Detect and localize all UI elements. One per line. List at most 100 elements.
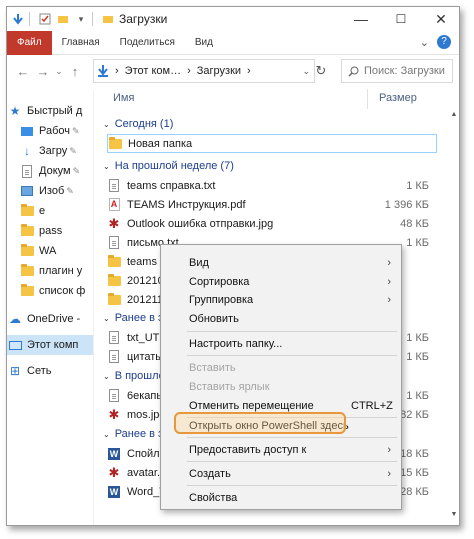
- address-bar[interactable]: › Этот ком… › Загрузки › ⌄: [93, 59, 315, 83]
- recent-locations-button[interactable]: ⌄: [53, 59, 65, 83]
- menu-item-give-access[interactable]: Предоставить доступ к ›: [163, 440, 399, 459]
- menu-item-customize-folder[interactable]: Настроить папку...: [163, 334, 399, 353]
- file-row[interactable]: teams справка.txt 1 КБ: [107, 176, 447, 195]
- close-button[interactable]: ✕: [421, 7, 459, 31]
- file-row[interactable]: ✱ Outlook ошибка отправки.jpg 48 КБ: [107, 214, 447, 233]
- menu-item-view[interactable]: Вид ›: [163, 253, 399, 272]
- text-file-icon: [107, 179, 121, 193]
- menu-separator: [187, 355, 397, 356]
- menu-item-properties[interactable]: Свойства: [163, 488, 399, 507]
- tab-view[interactable]: Вид: [185, 31, 223, 55]
- submenu-arrow-icon: ›: [387, 293, 391, 306]
- breadcrumb-this-pc[interactable]: Этот ком…: [122, 65, 184, 77]
- menu-shortcut: CTRL+Z: [351, 399, 393, 412]
- nav-this-pc[interactable]: Этот комп: [7, 335, 93, 355]
- nav-folder-wa[interactable]: WA: [7, 241, 93, 261]
- breadcrumb-downloads[interactable]: Загрузки: [194, 65, 244, 77]
- menu-item-sort[interactable]: Сортировка ›: [163, 272, 399, 291]
- breadcrumb-separator: ›: [115, 65, 119, 77]
- nav-pictures[interactable]: Изоб ✎: [7, 181, 93, 201]
- menu-item-new[interactable]: Создать ›: [163, 464, 399, 483]
- menu-item-group[interactable]: Группировка ›: [163, 290, 399, 309]
- properties-check-icon[interactable]: [38, 12, 52, 26]
- minimize-button[interactable]: —: [341, 7, 381, 31]
- file-size: 18 КБ: [400, 447, 429, 460]
- text-file-icon: [107, 331, 121, 345]
- download-icon: ↓: [24, 144, 30, 158]
- maximize-button[interactable]: ☐: [381, 7, 421, 31]
- nav-quick-access[interactable]: ★ Быстрый д: [7, 101, 93, 121]
- nav-folder-e[interactable]: e: [7, 201, 93, 221]
- search-box[interactable]: Поиск: Загрузки: [341, 59, 453, 83]
- menu-label: Отменить перемещение: [189, 399, 314, 412]
- nav-folder-pass[interactable]: pass: [7, 221, 93, 241]
- context-menu: Вид › Сортировка › Группировка › Обновить Н…: [160, 244, 402, 510]
- column-name-header[interactable]: Имя: [113, 85, 134, 111]
- up-button[interactable]: ↑: [65, 59, 85, 83]
- nav-downloads[interactable]: ↓ Загру ✎: [7, 141, 93, 161]
- text-file-icon: [107, 236, 121, 250]
- menu-item-refresh[interactable]: Обновить: [163, 309, 399, 328]
- menu-separator: [187, 461, 397, 462]
- title-bar: ▾ Загрузки — ☐ ✕: [7, 7, 459, 31]
- nav-desktop[interactable]: Рабоч ✎: [7, 121, 93, 141]
- file-row-new-folder[interactable]: Новая папка: [107, 134, 437, 153]
- scroll-up-icon[interactable]: ▲: [449, 111, 459, 121]
- quick-access-down-icon[interactable]: [11, 12, 25, 26]
- nav-network[interactable]: ⊞ Сеть: [7, 361, 93, 381]
- nav-folder-list[interactable]: список ф: [7, 281, 93, 301]
- group-label: На прошлой неделе (7): [114, 160, 234, 172]
- nav-label: плагин у: [39, 265, 83, 277]
- download-location-icon: [94, 65, 112, 77]
- column-size-header[interactable]: Размер: [379, 85, 417, 111]
- customize-toolbar-icon[interactable]: ▾: [74, 12, 88, 26]
- tab-home[interactable]: Главная: [52, 31, 110, 55]
- word-icon: W: [108, 447, 120, 460]
- folder-icon: [19, 284, 35, 296]
- chevron-down-icon: ⌄: [103, 161, 110, 171]
- star-icon: ★: [9, 104, 21, 118]
- window-title: Загрузки: [119, 12, 168, 26]
- menu-item-paste[interactable]: Вставить: [163, 358, 399, 377]
- file-size: 1 КБ: [406, 236, 429, 249]
- submenu-arrow-icon: ›: [387, 256, 391, 269]
- nav-onedrive[interactable]: ☁ OneDrive -: [7, 309, 93, 329]
- title-separator: [29, 12, 30, 26]
- computer-icon: [7, 340, 23, 350]
- folder-icon: [19, 204, 35, 216]
- chevron-down-icon: ⌄: [103, 429, 110, 439]
- tab-share[interactable]: Поделиться: [110, 31, 185, 55]
- documents-icon: [19, 164, 35, 178]
- file-row[interactable]: A TEAMS Инструкция.pdf 1 396 КБ: [107, 195, 447, 214]
- forward-button[interactable]: →: [33, 59, 53, 83]
- scroll-down-icon[interactable]: ▼: [449, 511, 459, 521]
- nav-folder-plugin[interactable]: плагин у: [7, 261, 93, 281]
- expand-ribbon-icon[interactable]: ⌄: [420, 36, 429, 49]
- menu-label: Сортировка: [189, 275, 250, 288]
- group-last-week[interactable]: ⌄ На прошлой неделе (7): [103, 157, 234, 175]
- image-icon: ✱: [108, 216, 120, 231]
- pdf-icon: A: [107, 198, 121, 212]
- tab-file[interactable]: Файл: [7, 30, 52, 55]
- group-today[interactable]: ⌄ Сегодня (1): [103, 115, 173, 133]
- nav-label: Быстрый д: [27, 105, 83, 117]
- column-divider[interactable]: [367, 89, 368, 109]
- menu-label: Обновить: [189, 312, 239, 325]
- back-button[interactable]: ←: [13, 59, 33, 83]
- vertical-scrollbar[interactable]: ▲ ▼: [449, 111, 459, 521]
- nav-documents[interactable]: Докум ✎: [7, 161, 93, 181]
- group-label: Сегодня (1): [114, 118, 174, 130]
- address-row: ← → ⌄ ↑ › Этот ком… › Загрузки › ⌄ ↻ Пои…: [7, 55, 459, 87]
- menu-label: Вид: [189, 256, 209, 269]
- cloud-icon: ☁: [9, 312, 21, 326]
- submenu-arrow-icon: ›: [387, 443, 391, 456]
- menu-item-paste-shortcut[interactable]: Вставить ярлык: [163, 377, 399, 396]
- help-icon[interactable]: ?: [437, 35, 451, 49]
- menu-label: Настроить папку...: [189, 337, 283, 350]
- new-folder-icon[interactable]: [56, 12, 70, 26]
- chevron-down-icon: ⌄: [103, 371, 110, 381]
- search-placeholder: Поиск: Загрузки: [364, 65, 445, 77]
- nav-divider[interactable]: [93, 91, 94, 525]
- refresh-button[interactable]: ↻: [309, 59, 333, 83]
- menu-label: Создать: [189, 467, 231, 480]
